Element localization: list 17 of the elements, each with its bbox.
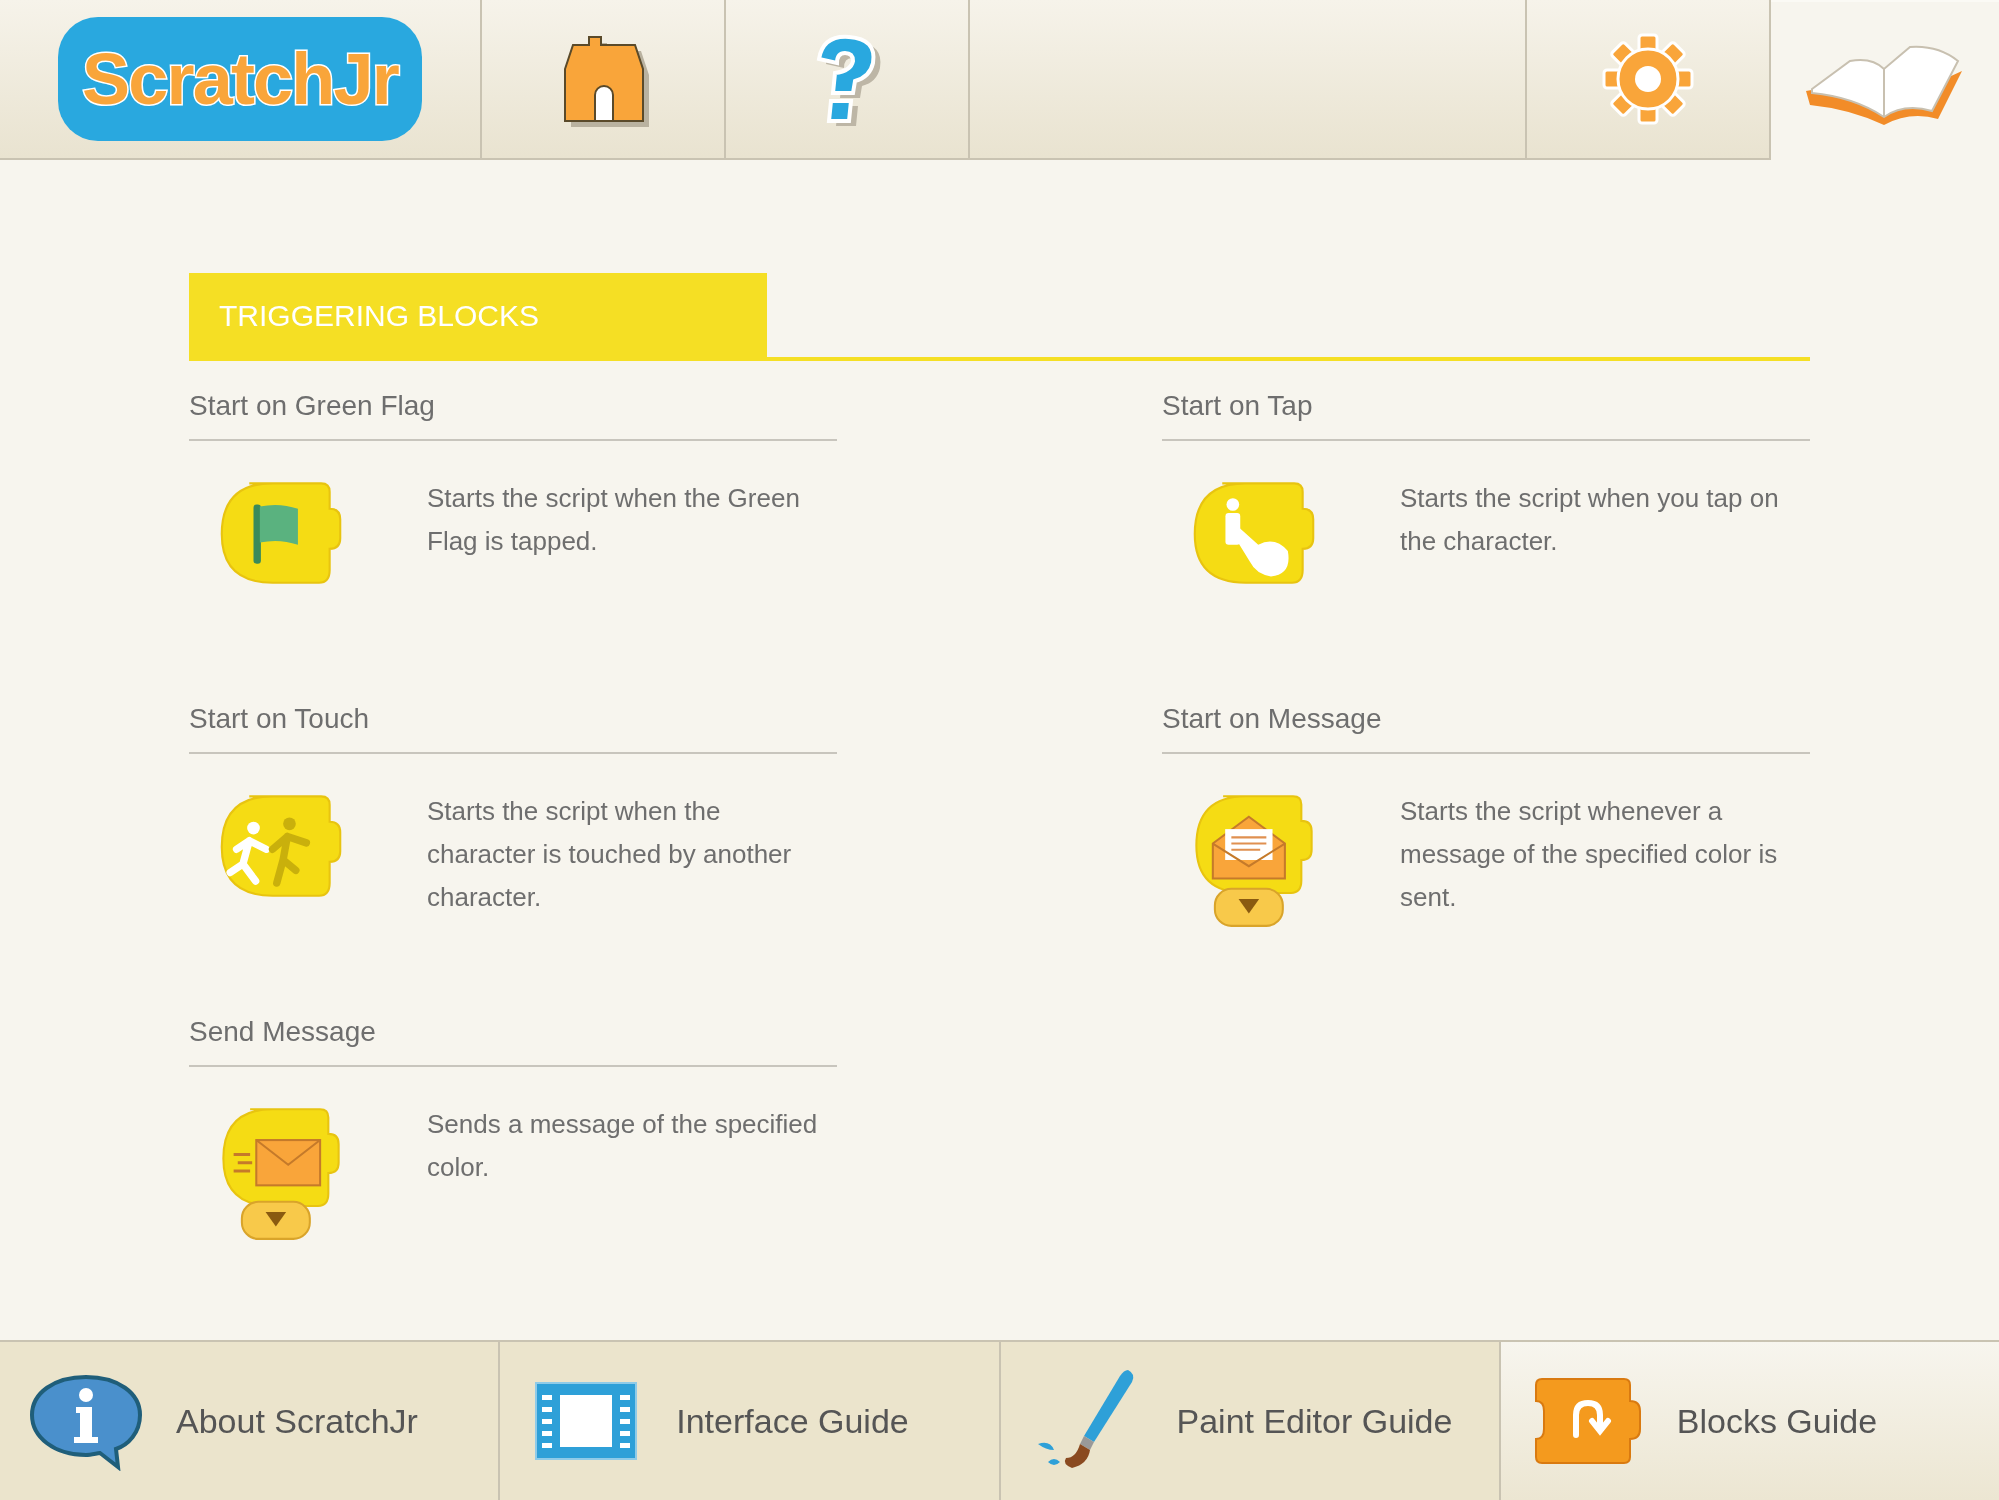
block-description: Starts the script when the Green Flag is tapped. (427, 482, 801, 558)
section-title: TRIGGERING BLOCKS (189, 273, 767, 357)
block-description: Sends a message of the specified color. (427, 1108, 819, 1184)
block-name: Start on Tap (1162, 385, 1810, 441)
block-name: Start on Green Flag (189, 385, 837, 441)
block-description: Starts the script when the character is touched by another character. (427, 795, 793, 914)
guide-tab[interactable]: Interface Guide (500, 1342, 1001, 1500)
guide-tab[interactable]: Paint Editor Guide (1000, 1342, 1501, 1500)
guide-tab[interactable]: About ScratchJr (0, 1342, 501, 1500)
film-screen-icon (534, 1381, 639, 1461)
block-description: Starts the script when you tap on the character. (1400, 482, 1780, 558)
block-name: Start on Message (1162, 698, 1810, 754)
block-name: Send Message (189, 1011, 837, 1067)
guide-tab[interactable]: Blocks Guide (1500, 1342, 1999, 1500)
guide-tab[interactable] (1771, 0, 1999, 162)
block-description: Starts the script whenever a message of the specified color is sent. (1400, 795, 1779, 914)
block-name: Start on Touch (189, 698, 837, 754)
